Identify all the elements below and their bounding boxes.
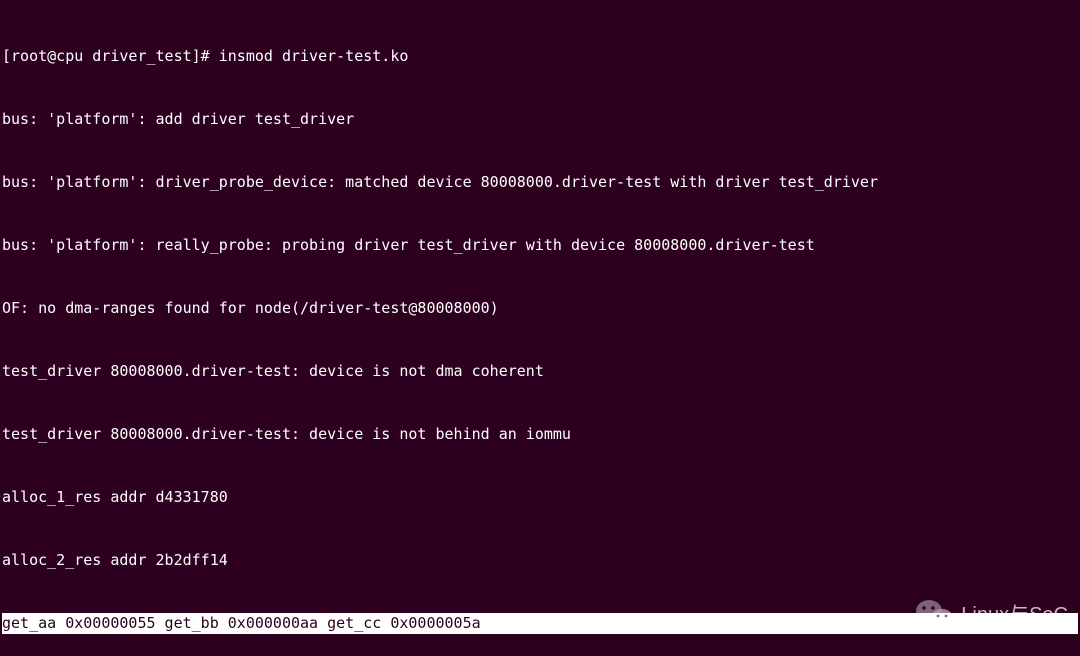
output-line: bus: 'platform': add driver test_driver xyxy=(2,109,1078,130)
terminal-output[interactable]: [root@cpu driver_test]# insmod driver-te… xyxy=(0,0,1080,656)
prompt-user: [root@cpu driver_test]# xyxy=(2,47,219,65)
output-line: test_driver 80008000.driver-test: device… xyxy=(2,424,1078,445)
highlighted-line: get_aa 0x00000055 get_bb 0x000000aa get_… xyxy=(2,613,1078,634)
output-line: alloc_1_res addr d4331780 xyxy=(2,487,1078,508)
output-line: test_driver 80008000.driver-test: device… xyxy=(2,361,1078,382)
output-line: bus: 'platform': really_probe: probing d… xyxy=(2,235,1078,256)
output-line: bus: 'platform': driver_probe_device: ma… xyxy=(2,172,1078,193)
prompt-command: insmod driver-test.ko xyxy=(219,47,409,65)
output-line: OF: no dma-ranges found for node(/driver… xyxy=(2,298,1078,319)
prompt-line-1: [root@cpu driver_test]# insmod driver-te… xyxy=(2,46,1078,67)
output-line: alloc_2_res addr 2b2dff14 xyxy=(2,550,1078,571)
